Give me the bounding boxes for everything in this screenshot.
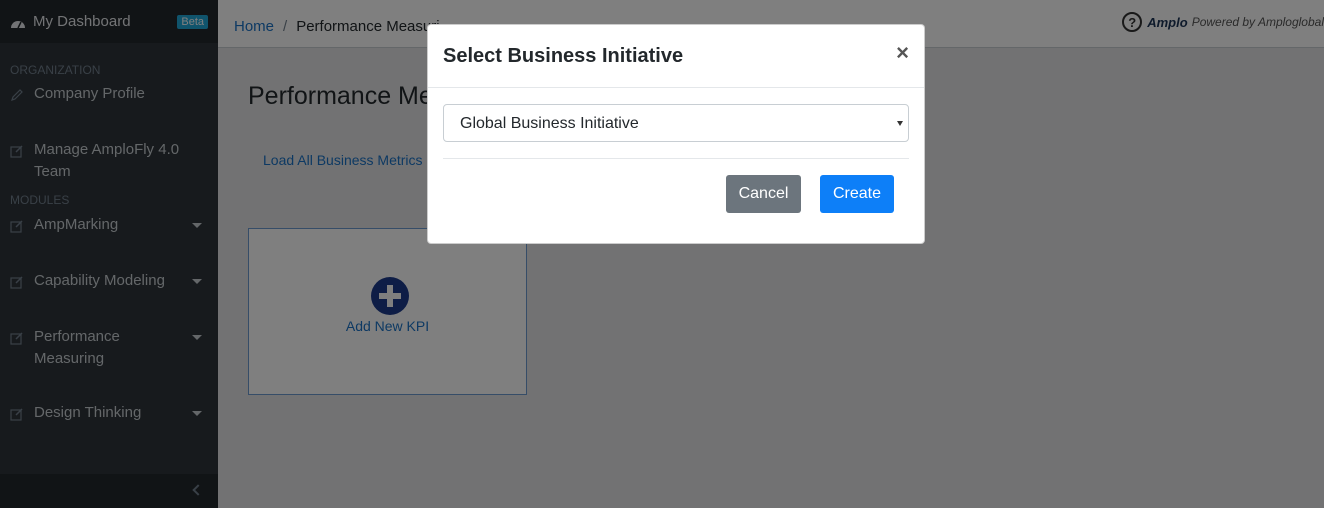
select-initiative-modal: Select Business Initiative × Global Busi… [427,24,925,244]
modal-title: Select Business Initiative [443,45,684,67]
cancel-button[interactable]: Cancel [726,175,801,213]
initiative-select[interactable]: Global Business Initiative [443,104,909,142]
modal-divider [443,158,909,159]
initiative-select-value: Global Business Initiative [460,115,639,132]
chevron-down-icon [897,121,903,126]
modal-header: Select Business Initiative × [428,25,924,88]
close-icon[interactable]: × [896,40,909,66]
create-button[interactable]: Create [820,175,894,213]
